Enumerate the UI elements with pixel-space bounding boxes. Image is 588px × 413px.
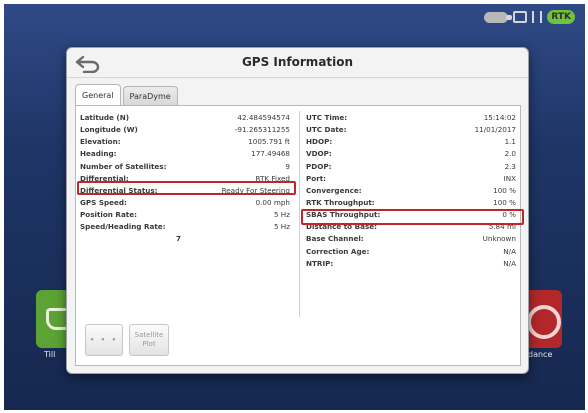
info-row-differential-status: Differential Status: Ready For Steering [80,185,290,197]
info-label: Correction Age: [306,246,370,256]
info-row-speed-heading-rate: Speed/Heading Rate: 5 Hz [80,221,290,233]
info-value: 5 Hz [273,222,290,232]
info-value: 1.1 [504,137,516,147]
info-value: 1005.791 ft [248,137,290,147]
info-value: RTK Fixed [255,173,290,183]
info-row-ntrip: NTRIP: N/A [306,258,516,270]
info-value: 0.00 mph [255,197,290,207]
info-row-utc-date: UTC Date: 11/01/2017 [306,124,516,136]
gps-information-dialog: GPS Information General ParaDyme Latitud… [66,47,529,374]
column-divider [299,111,300,317]
info-label: Differential Status: [80,185,158,195]
info-label: Heading: [80,149,117,159]
info-row-utc-time: UTC Time: 15:14:02 [306,112,516,124]
info-value: Ready For Steering [221,185,290,195]
info-row-port: Port: INX [306,173,516,185]
info-label: HDOP: [306,137,333,147]
info-row-convergence: Convergence: 100 % [306,185,516,197]
info-label: PDOP: [306,161,332,171]
info-row-hdop: HDOP: 1.1 [306,136,516,148]
info-row-base-channel: Base Channel: Unknown [306,233,516,245]
info-label: Number of Satellites: [80,161,167,171]
info-row-pdop: PDOP: 2.3 [306,161,516,173]
info-value: 15:14:02 [483,113,516,122]
info-label: Latitude (N) [80,113,129,122]
info-row-sbas-throughput: SBAS Throughput: 0 % [306,209,516,221]
info-value: 11/01/2017 [474,125,516,135]
info-value: N/A [503,258,516,268]
right-info-column: UTC Time: 15:14:02 UTC Date: 11/01/2017 HD… [301,112,524,270]
info-label: Base Channel: [306,234,364,244]
info-value: Unknown [482,234,516,244]
info-row-latitude: Latitude (N) 42.484594574 [80,112,290,124]
info-row-distance-to-base: Distance to Base: 5.84 mi [306,221,516,233]
info-label: RTK Throughput: [306,197,375,207]
info-row-vdop: VDOP: 2.0 [306,148,516,160]
info-row-gps-speed: GPS Speed: 0.00 mph [80,197,290,209]
display-icon[interactable] [513,11,528,23]
info-label: Position Rate: [80,210,137,220]
dialog-header: GPS Information [67,48,528,78]
info-value: 100 % [493,185,516,195]
info-value: 5 Hz [273,210,290,220]
info-label: UTC Date: [306,125,347,135]
info-row-position-rate: Position Rate: 5 Hz [80,209,290,221]
tab-bar: General ParaDyme [75,84,178,106]
info-row-heading: Heading: 177.49468 [80,148,290,160]
info-value: 100 % [493,197,516,207]
tab-paradyme[interactable]: ParaDyme [122,86,178,106]
info-row-elevation: Elevation: 1005.791 ft [80,136,290,148]
guidance-tile-label: dance [528,350,553,359]
info-value: -91.265311255 [234,125,290,135]
info-row-rtk-throughput: RTK Throughput: 100 % [306,197,516,209]
info-row-longitude: Longitude (W) -91.265311255 [80,124,290,136]
bars-icon [532,11,543,23]
info-label: Longitude (W) [80,125,138,135]
info-extra-value: 7 [175,234,181,244]
info-label: UTC Time: [306,113,348,122]
info-label: Differential: [80,173,129,183]
dialog-title: GPS Information [241,55,354,69]
info-value: 5.84 mi [488,222,516,232]
tillage-tile-label: Till [44,350,56,359]
info-value: 2.0 [504,149,516,159]
info-value: 0 % [502,210,516,220]
info-value: 177.49468 [251,149,290,159]
info-label: NTRIP: [306,258,334,268]
gps-status-icon[interactable]: RTK [547,10,575,24]
left-info-column: Latitude (N) 42.484594574 Longitude (W) -9… [77,112,296,245]
info-label: Convergence: [306,185,362,195]
info-label: Distance to Base: [306,222,377,232]
satellite-plot-button[interactable]: Satellite Plot [129,324,169,356]
info-row-correction-age: Correction Age: N/A [306,246,516,258]
info-label: Elevation: [80,137,121,147]
info-label: GPS Speed: [80,197,127,207]
info-value: 42.484594574 [237,113,290,122]
info-value: INX [503,173,516,183]
info-value: 9 [285,161,290,171]
info-row-satellites: Number of Satellites: 9 [80,161,290,173]
status-bar: RTK [484,10,575,24]
info-label: Port: [306,173,327,183]
tab-general[interactable]: General [75,84,121,106]
info-label: VDOP: [306,149,332,159]
key-icon[interactable] [484,11,513,23]
more-button[interactable]: • • • [85,324,123,356]
info-value: 2.3 [504,161,516,171]
info-label: Speed/Heading Rate: [80,222,166,232]
info-row-differential: Differential: RTK Fixed [80,173,290,185]
info-label: SBAS Throughput: [306,210,381,220]
info-value: N/A [503,246,516,256]
